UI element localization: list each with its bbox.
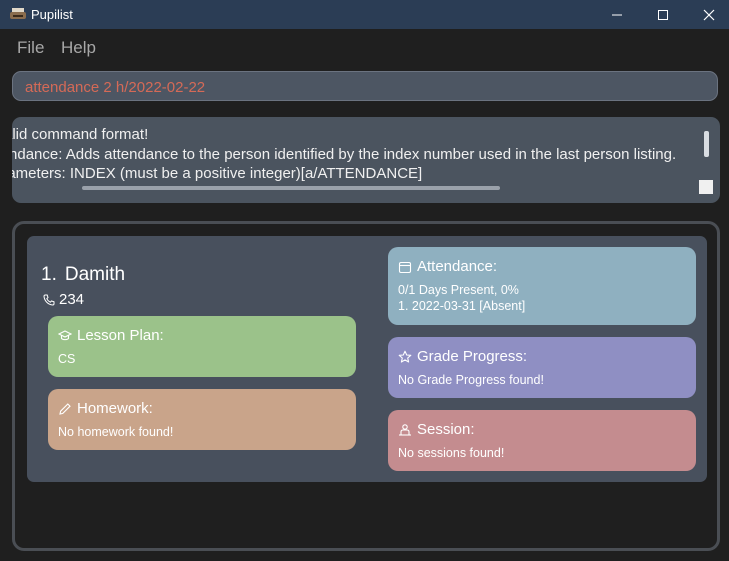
lesson-plan-header: Lesson Plan: xyxy=(58,327,164,344)
lesson-plan-value: CS xyxy=(58,352,76,366)
person-name: Damith xyxy=(64,264,126,285)
homework-title: Homework: xyxy=(77,400,153,417)
maximize-button[interactable] xyxy=(640,0,686,29)
homework-tile: Homework: No homework found! xyxy=(48,389,356,450)
typewriter-icon xyxy=(10,8,26,19)
person-card[interactable]: 1. Damith 234 Lesson Plan: CS Homework: N… xyxy=(27,236,707,482)
person-index: 1. xyxy=(41,264,57,285)
grade-progress-value: No Grade Progress found! xyxy=(398,373,544,387)
person-phone: 234 xyxy=(43,291,84,308)
scroll-corner xyxy=(699,180,713,194)
horizontal-scrollbar[interactable] xyxy=(82,186,500,190)
lesson-plan-tile: Lesson Plan: CS xyxy=(48,316,356,377)
attendance-record: 1. 2022-03-31 [Absent] xyxy=(398,299,526,313)
window-title: Pupilist xyxy=(31,7,73,22)
phone-number: 234 xyxy=(59,291,85,308)
homework-header: Homework: xyxy=(58,400,153,417)
minimize-icon xyxy=(612,14,622,15)
result-text: Invalid command format! attendance: Adds… xyxy=(12,125,702,184)
session-tile: Session: No sessions found! xyxy=(388,410,696,471)
person-name-row: 1. Damith xyxy=(41,264,125,286)
result-line: attendance: Adds attendance to the perso… xyxy=(12,145,677,163)
result-line: Invalid command format! xyxy=(12,126,149,143)
session-header: Session: xyxy=(398,421,475,438)
command-input-text: attendance 2 h/2022-02-22 xyxy=(25,79,206,96)
attendance-header: Attendance: xyxy=(398,258,497,275)
session-title: Session: xyxy=(417,421,475,438)
vertical-scrollbar[interactable] xyxy=(704,131,709,157)
attendance-title: Attendance: xyxy=(417,258,498,275)
result-display[interactable]: Invalid command format! attendance: Adds… xyxy=(12,117,720,203)
homework-value: No homework found! xyxy=(58,425,174,439)
grade-progress-tile: Grade Progress: No Grade Progress found! xyxy=(388,337,696,398)
menu-bar: File Help xyxy=(0,29,729,65)
maximize-icon xyxy=(658,9,668,20)
title-bar: Pupilist xyxy=(0,0,729,29)
pencil-icon xyxy=(59,402,71,415)
close-button[interactable] xyxy=(686,0,729,29)
minimize-button[interactable] xyxy=(594,0,640,29)
phone-icon xyxy=(43,294,55,306)
session-value: No sessions found! xyxy=(398,446,505,460)
menu-file[interactable]: File xyxy=(17,38,44,58)
person-desk-icon xyxy=(399,423,411,436)
close-icon xyxy=(703,9,715,20)
star-icon xyxy=(398,350,412,363)
menu-help[interactable]: Help xyxy=(61,38,96,58)
command-input[interactable]: attendance 2 h/2022-02-22 xyxy=(12,71,718,101)
result-line: Parameters: INDEX (must be a positive in… xyxy=(12,165,423,182)
calendar-icon xyxy=(398,261,412,273)
lesson-plan-title: Lesson Plan: xyxy=(77,327,164,344)
grade-progress-header: Grade Progress: xyxy=(398,348,527,365)
attendance-tile: Attendance: 0/1 Days Present, 0% 1. 2022… xyxy=(388,247,696,325)
grade-progress-title: Grade Progress: xyxy=(417,348,528,365)
attendance-summary: 0/1 Days Present, 0% xyxy=(398,283,519,297)
graduation-cap-icon xyxy=(58,329,72,340)
